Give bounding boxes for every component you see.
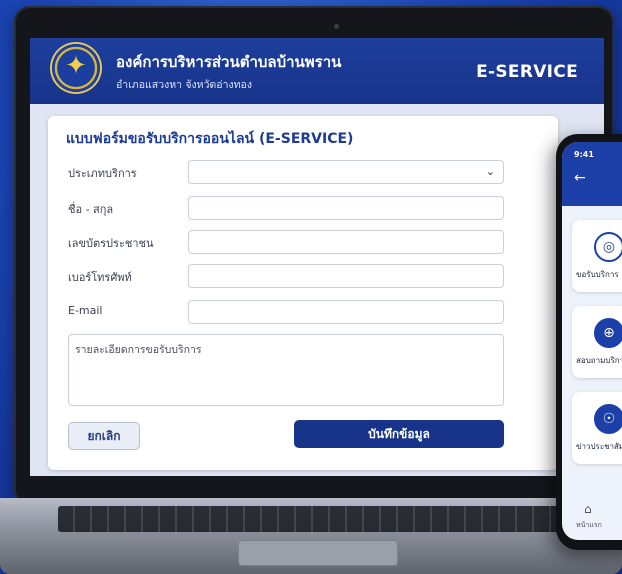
phone-input[interactable]	[188, 264, 504, 288]
tile-label: สอบถามบริการ	[576, 356, 622, 365]
emblem-star-icon: ✦	[65, 51, 87, 81]
email-input[interactable]	[188, 300, 504, 324]
service-type-select[interactable]: ⌄	[188, 160, 504, 184]
org-logo-icon: ✦	[52, 44, 100, 92]
label-phone: เบอร์โทรศัพท์	[68, 271, 132, 284]
tile-label: ขอรับบริการ	[576, 270, 619, 279]
label-service-type: ประเภทบริการ	[68, 167, 137, 180]
trackpad	[238, 540, 398, 566]
phone-header: 9:41 ←	[562, 142, 622, 206]
phone-time: 9:41	[574, 150, 594, 159]
site-header: ✦ องค์การบริหารส่วนตำบลบ้านพราน อำเภอแสว…	[30, 38, 604, 104]
form-title: แบบฟอร์มขอรับบริการออนไลน์ (E-SERVICE)	[66, 131, 354, 147]
chevron-down-icon: ⌄	[485, 165, 495, 178]
eservice-badge: E-SERVICE	[476, 62, 578, 82]
org-name: องค์การบริหารส่วนตำบลบ้านพราน	[116, 53, 342, 71]
laptop-screen: ✦ องค์การบริหารส่วนตำบลบ้านพราน อำเภอแสว…	[30, 38, 604, 476]
camera-dot	[334, 24, 339, 29]
tile-request-service[interactable]: ◎ ขอรับบริการ	[572, 220, 622, 292]
back-arrow-icon[interactable]: ←	[574, 170, 586, 186]
phone: 9:41 ← ◎ ขอรับบริการ ⊕ สอบถามบริการ ☉ ข่…	[556, 134, 622, 550]
id-number-input[interactable]	[188, 230, 504, 254]
label-full-name: ชื่อ - สกุล	[68, 203, 114, 216]
news-icon: ☉	[594, 404, 622, 434]
tile-news[interactable]: ☉ ข่าวประชาสัมพันธ์	[572, 392, 622, 464]
label-id-number: เลขบัตรประชาชน	[68, 237, 154, 250]
tile-inquiry[interactable]: ⊕ สอบถามบริการ	[572, 306, 622, 378]
cancel-button[interactable]: ยกเลิก	[68, 422, 140, 450]
tile-label: ข่าวประชาสัมพันธ์	[576, 442, 622, 451]
details-placeholder: รายละเอียดการขอรับบริการ	[75, 344, 202, 356]
info-icon: ⊕	[594, 318, 622, 348]
nav-home-label: หน้าแรก	[576, 521, 602, 529]
service-icon: ◎	[594, 232, 622, 262]
save-button[interactable]: บันทึกข้อมูล	[294, 420, 504, 448]
org-subtitle: อำเภอแสวงหา จังหวัดอ่างทอง	[116, 79, 252, 91]
phone-screen: 9:41 ← ◎ ขอรับบริการ ⊕ สอบถามบริการ ☉ ข่…	[562, 142, 622, 540]
details-textarea[interactable]: รายละเอียดการขอรับบริการ	[68, 334, 504, 406]
full-name-input[interactable]	[188, 196, 504, 220]
label-email: E-mail	[68, 304, 103, 317]
home-icon[interactable]: ⌂	[584, 502, 592, 516]
form-card: แบบฟอร์มขอรับบริการออนไลน์ (E-SERVICE) ป…	[48, 116, 558, 470]
keyboard	[58, 506, 578, 532]
